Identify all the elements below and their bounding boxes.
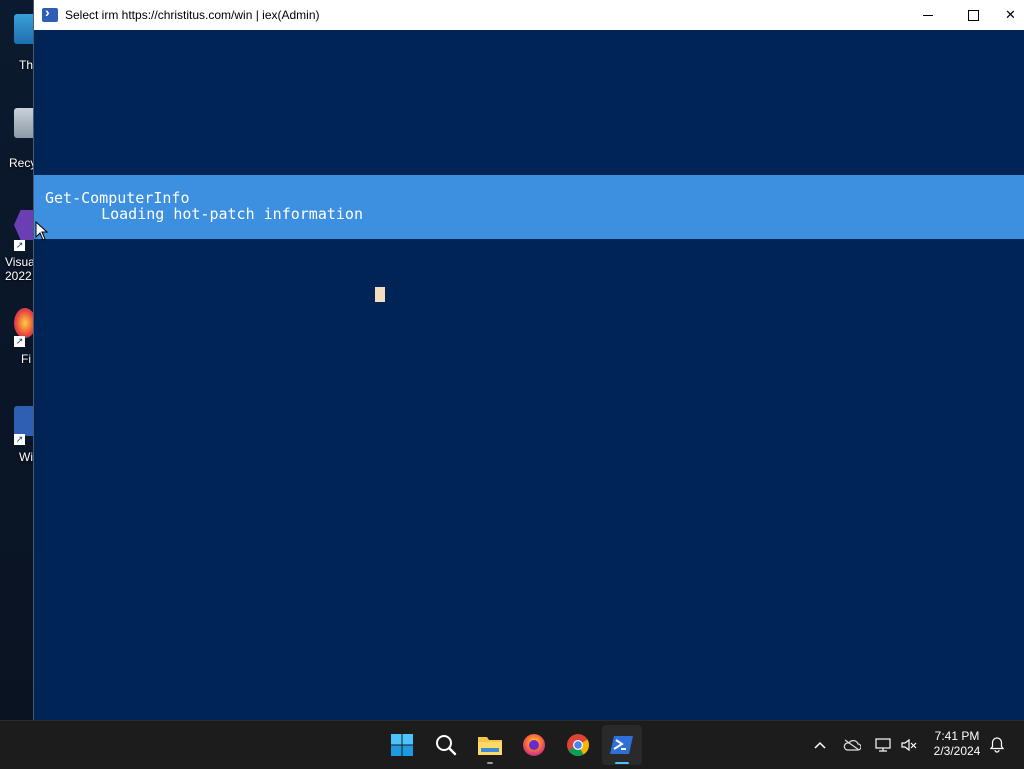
powershell-window: Select irm https://christitus.com/win | … bbox=[33, 0, 1024, 720]
powershell-taskbar-button[interactable] bbox=[602, 725, 642, 765]
network-icon bbox=[875, 738, 891, 752]
notifications-button[interactable] bbox=[986, 721, 1008, 769]
folder-icon bbox=[478, 737, 502, 755]
search-icon bbox=[436, 735, 457, 756]
text-cursor bbox=[375, 287, 385, 302]
desktop-icon-label: Th bbox=[19, 58, 34, 72]
desktop-icon-label: Visua bbox=[5, 255, 35, 269]
desktop-icon-label: Fi bbox=[21, 352, 31, 366]
bell-icon bbox=[989, 737, 1005, 753]
desktop-icon-label: 2022 bbox=[5, 269, 32, 283]
volume-muted-icon bbox=[901, 738, 917, 752]
desktop-icon-firefox[interactable]: ↗ Fi bbox=[0, 306, 36, 376]
shortcut-arrow-icon: ↗ bbox=[14, 240, 25, 251]
network-tray-button[interactable] bbox=[872, 721, 894, 769]
shortcut-arrow-icon: ↗ bbox=[14, 434, 25, 445]
maximize-button[interactable] bbox=[951, 0, 995, 30]
close-icon: ✕ bbox=[1005, 7, 1016, 22]
taskbar: 7:41 PM 2/3/2024 bbox=[0, 720, 1024, 769]
desktop-icon-visual-studio[interactable]: ↗ Visua 2022 bbox=[0, 208, 36, 288]
firefox-icon bbox=[523, 734, 545, 756]
running-indicator bbox=[615, 762, 629, 764]
desktop-icon-this-pc[interactable]: Th bbox=[0, 8, 36, 78]
maximize-icon bbox=[967, 9, 979, 21]
mouse-pointer-icon bbox=[35, 220, 49, 246]
file-explorer-button[interactable] bbox=[470, 725, 510, 765]
powershell-icon bbox=[610, 736, 633, 754]
firefox-taskbar-button[interactable] bbox=[514, 725, 554, 765]
show-hidden-icons-button[interactable] bbox=[808, 721, 832, 769]
chevron-up-icon bbox=[814, 741, 826, 749]
windows-start-icon bbox=[391, 734, 413, 756]
minimize-button[interactable] bbox=[906, 0, 950, 30]
shortcut-arrow-icon: ↗ bbox=[14, 336, 25, 347]
desktop-icon-winutil[interactable]: ↗ Wi bbox=[0, 404, 36, 474]
progress-band: Get-ComputerInfo Loading hot-patch infor… bbox=[34, 175, 1024, 239]
running-indicator bbox=[487, 762, 493, 764]
desktop-icon-recycle-bin[interactable]: Recy bbox=[0, 104, 36, 174]
chrome-taskbar-button[interactable] bbox=[558, 725, 598, 765]
start-button[interactable] bbox=[382, 725, 422, 765]
system-clock[interactable]: 7:41 PM 2/3/2024 bbox=[922, 729, 992, 759]
onedrive-tray-button[interactable] bbox=[840, 721, 864, 769]
chrome-icon bbox=[567, 734, 589, 756]
minimize-icon bbox=[923, 14, 933, 16]
onedrive-offline-icon bbox=[843, 739, 861, 751]
clock-date: 2/3/2024 bbox=[933, 744, 981, 758]
console-area[interactable]: Get-ComputerInfo Loading hot-patch infor… bbox=[34, 30, 1024, 720]
progress-status: Loading hot-patch information bbox=[74, 205, 363, 223]
title-bar[interactable]: Select irm https://christitus.com/win | … bbox=[34, 0, 1024, 30]
close-button[interactable]: ✕ bbox=[996, 0, 1024, 30]
window-title: Select irm https://christitus.com/win | … bbox=[65, 8, 320, 22]
desktop-icon-label: Wi bbox=[19, 450, 33, 464]
clock-time: 7:41 PM bbox=[934, 729, 980, 743]
volume-tray-button[interactable] bbox=[898, 721, 920, 769]
powershell-icon bbox=[42, 4, 58, 22]
search-button[interactable] bbox=[426, 725, 466, 765]
